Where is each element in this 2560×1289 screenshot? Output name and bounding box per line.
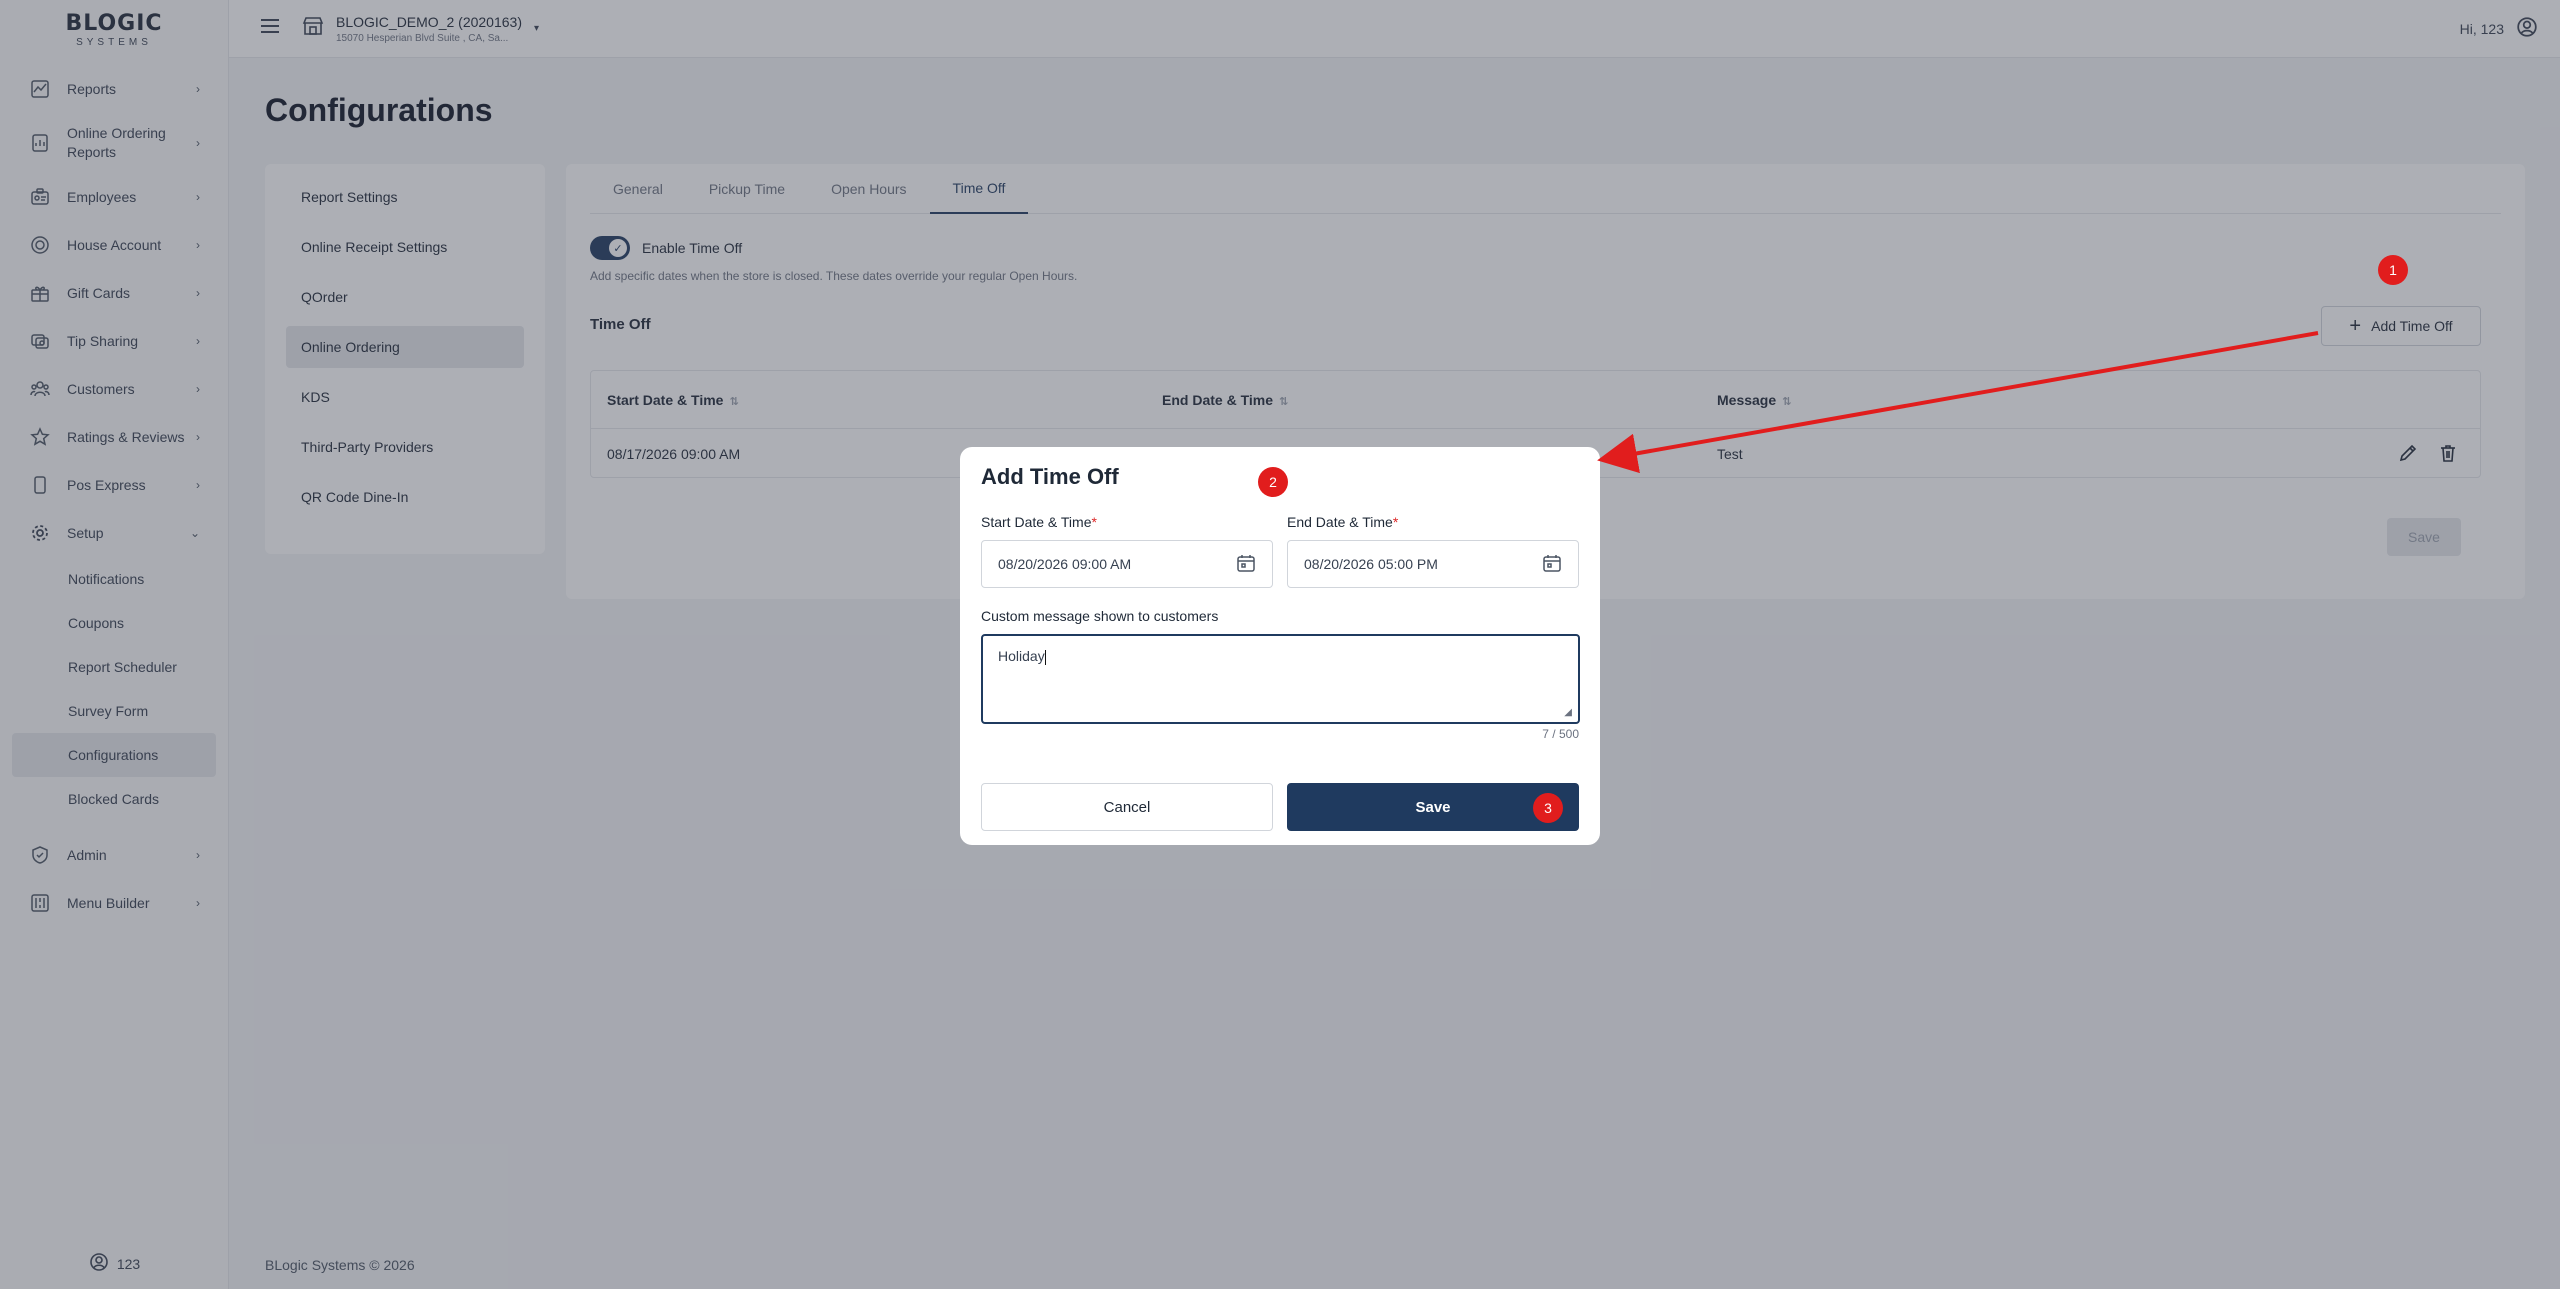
annotation-arrow bbox=[1597, 331, 2319, 474]
annotation-badge-2: 2 bbox=[1258, 467, 1288, 497]
annotation-badge-3: 3 bbox=[1533, 793, 1563, 823]
annotation-badge-1: 1 bbox=[2378, 255, 2408, 285]
